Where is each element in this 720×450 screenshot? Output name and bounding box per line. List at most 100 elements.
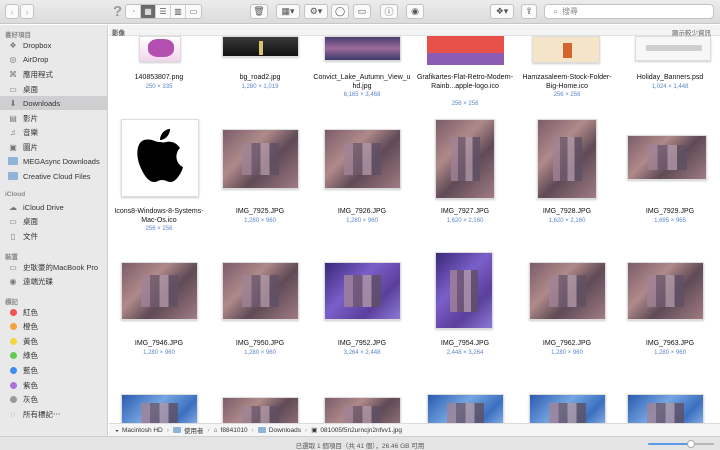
sidebar-item-documents[interactable]: ▯ 文件 <box>0 229 108 243</box>
file-thumbnail[interactable] <box>537 119 597 199</box>
file-thumbnail[interactable] <box>121 262 198 320</box>
file-thumbnail[interactable] <box>222 397 299 423</box>
forward-button[interactable]: › <box>20 4 34 19</box>
file-name[interactable]: IMG_7950.JPG <box>210 340 310 349</box>
file-thumbnail[interactable] <box>222 36 299 57</box>
file-thumbnail[interactable] <box>222 262 299 320</box>
home-icon: ⌂ <box>213 426 218 434</box>
sidebar-tag-item[interactable]: 紅色 <box>0 305 108 319</box>
file-name[interactable]: IMG_7926.JPG <box>312 208 412 217</box>
path-item-home[interactable]: f8841010 <box>221 427 248 434</box>
share-button[interactable]: ⇪ <box>521 4 537 19</box>
sidebar-tag-item[interactable]: 藍色 <box>0 363 108 377</box>
pixelated-region <box>343 142 382 176</box>
dropbox-button[interactable]: ❖▾ <box>490 4 514 19</box>
sidebar-item-applications[interactable]: ⌘ 應用程式 <box>0 67 108 81</box>
file-thumbnail[interactable] <box>121 394 198 423</box>
column-view-icon[interactable]: ▥ <box>171 5 186 18</box>
file-thumbnail[interactable] <box>627 394 704 423</box>
desktop-icon: ▭ <box>9 216 17 226</box>
sidebar-tag-item[interactable]: 綠色 <box>0 349 108 363</box>
file-name[interactable]: IMG_7946.JPG <box>109 340 209 349</box>
file-thumbnail[interactable] <box>427 36 504 65</box>
action-button[interactable]: ⚙▾ <box>304 4 328 19</box>
file-thumbnail[interactable] <box>222 129 299 189</box>
file-thumbnail[interactable] <box>627 135 707 180</box>
help-overlay-icon[interactable]: ◔ <box>126 5 141 18</box>
file-name[interactable]: IMG_7927.JPG <box>415 208 515 217</box>
file-name[interactable]: IMG_7952.JPG <box>312 340 412 349</box>
file-thumbnail[interactable] <box>324 129 401 189</box>
file-name[interactable]: Grafikartes-Flat-Retro-Modern-Rainb...ap… <box>415 74 515 91</box>
sidebar-tag-item[interactable]: 橙色 <box>0 320 108 334</box>
path-item-users[interactable]: 使用者 <box>184 425 204 435</box>
file-thumbnail[interactable] <box>435 119 495 199</box>
back-button[interactable]: ‹ <box>5 4 19 19</box>
file-name[interactable]: bg_road2.jpg <box>210 74 310 83</box>
new-folder-button[interactable]: ▭ <box>353 4 371 19</box>
file-dimensions: 1,024 × 1,448 <box>651 83 689 90</box>
file-thumbnail[interactable] <box>529 262 606 320</box>
file-name[interactable]: IMG_7963.JPG <box>620 340 720 349</box>
sidebar-item-music[interactable]: ♫ 音樂 <box>0 125 108 139</box>
applications-icon: ⌘ <box>9 69 17 79</box>
tag-label: 橙色 <box>23 322 38 332</box>
file-name[interactable]: IMG_7954.JPG <box>415 340 515 349</box>
sidebar-item-dropbox[interactable]: ❖ Dropbox <box>0 38 108 52</box>
path-item-file[interactable]: 081005f5n2urncjn2nfvv1.jpg <box>320 427 402 434</box>
sidebar-item-all-tags[interactable]: ◌ 所有標記⋯ <box>0 407 108 421</box>
file-thumbnail[interactable] <box>324 36 401 61</box>
sidebar-item-movies[interactable]: ▤ 影片 <box>0 111 108 125</box>
file-name[interactable]: 140853807.png <box>109 74 209 83</box>
list-view-icon[interactable]: ☰ <box>156 5 171 18</box>
trash-button[interactable]: 🗑 <box>250 4 268 19</box>
file-thumbnail[interactable] <box>532 36 600 63</box>
sidebar-tag-item[interactable]: 灰色 <box>0 393 108 407</box>
sidebar: 喜好項目 ❖ Dropbox ◎ AirDrop ⌘ 應用程式 ▭ 桌面 ⬇ Downlo… <box>0 25 108 436</box>
sidebar-item-desktop[interactable]: ▭ 桌面 <box>0 82 108 96</box>
sidebar-item-downloads[interactable]: ⬇ Downloads <box>0 96 108 110</box>
file-name[interactable]: IMG_7962.JPG <box>517 340 617 349</box>
sidebar-item-icloud-desktop[interactable]: ▭ 桌面 <box>0 214 108 228</box>
pixelated-region <box>343 275 382 307</box>
zoom-slider-knob[interactable] <box>686 440 695 448</box>
path-item-downloads[interactable]: Downloads <box>269 427 301 434</box>
file-thumbnail[interactable] <box>435 252 493 329</box>
preview-button[interactable]: ◉ <box>406 4 424 19</box>
disc-icon: ◉ <box>9 276 17 286</box>
file-name[interactable]: IMG_7928.JPG <box>517 208 617 217</box>
file-name[interactable]: IMG_7925.JPG <box>210 208 310 217</box>
file-name[interactable]: Icons8-Windows-8-Systems-Mac-Os.ico <box>109 208 209 225</box>
sidebar-tag-item[interactable]: 黃色 <box>0 334 108 348</box>
help-icon[interactable]: ? <box>113 3 122 20</box>
file-thumbnail[interactable] <box>635 36 711 61</box>
gallery-view-icon[interactable]: ▭ <box>186 5 201 18</box>
file-thumbnail[interactable] <box>324 397 401 423</box>
file-name[interactable]: Convict_Lake_Autumn_View_u hd.jpg <box>312 74 412 91</box>
sidebar-item-macbook[interactable]: ▭ 史耿豪的MacBook Pro <box>0 260 108 274</box>
file-name[interactable]: Holiday_Banners.psd <box>620 74 720 83</box>
file-thumbnail[interactable] <box>529 394 606 423</box>
file-dimensions: 6,165 × 3,468 <box>343 92 381 98</box>
sidebar-item-airdrop[interactable]: ◎ AirDrop <box>0 52 108 66</box>
file-thumbnail[interactable] <box>627 262 704 320</box>
sidebar-item-remote-disc[interactable]: ◉ 遠端光碟 <box>0 274 108 288</box>
group-button[interactable]: ▦▾ <box>276 4 300 19</box>
sidebar-item-creative-cloud[interactable]: Creative Cloud Files <box>0 169 108 183</box>
sidebar-item-pictures[interactable]: ▣ 圖片 <box>0 140 108 154</box>
sidebar-item-icloud-drive[interactable]: ☁ iCloud Drive <box>0 200 108 214</box>
tag-button[interactable]: ◯ <box>331 4 349 19</box>
path-item-macintosh-hd[interactable]: Macintosh HD <box>122 427 163 434</box>
file-thumbnail[interactable] <box>121 119 199 197</box>
file-thumbnail[interactable] <box>139 36 181 62</box>
file-name[interactable]: Hamzasaleem-Stock-Folder-Big-Home.ico <box>517 74 617 91</box>
search-field[interactable]: ⌕ 搜尋 <box>544 4 714 19</box>
zoom-slider[interactable] <box>648 440 714 448</box>
file-thumbnail[interactable] <box>324 262 401 320</box>
sidebar-tag-item[interactable]: 紫色 <box>0 378 108 392</box>
info-button[interactable]: ⓘ <box>380 4 398 19</box>
file-thumbnail[interactable] <box>427 394 504 423</box>
sidebar-item-megasync[interactable]: MEGAsync Downloads <box>0 154 108 168</box>
file-name[interactable]: IMG_7929.JPG <box>620 208 720 217</box>
icon-view-icon[interactable]: ▦ <box>141 5 156 18</box>
